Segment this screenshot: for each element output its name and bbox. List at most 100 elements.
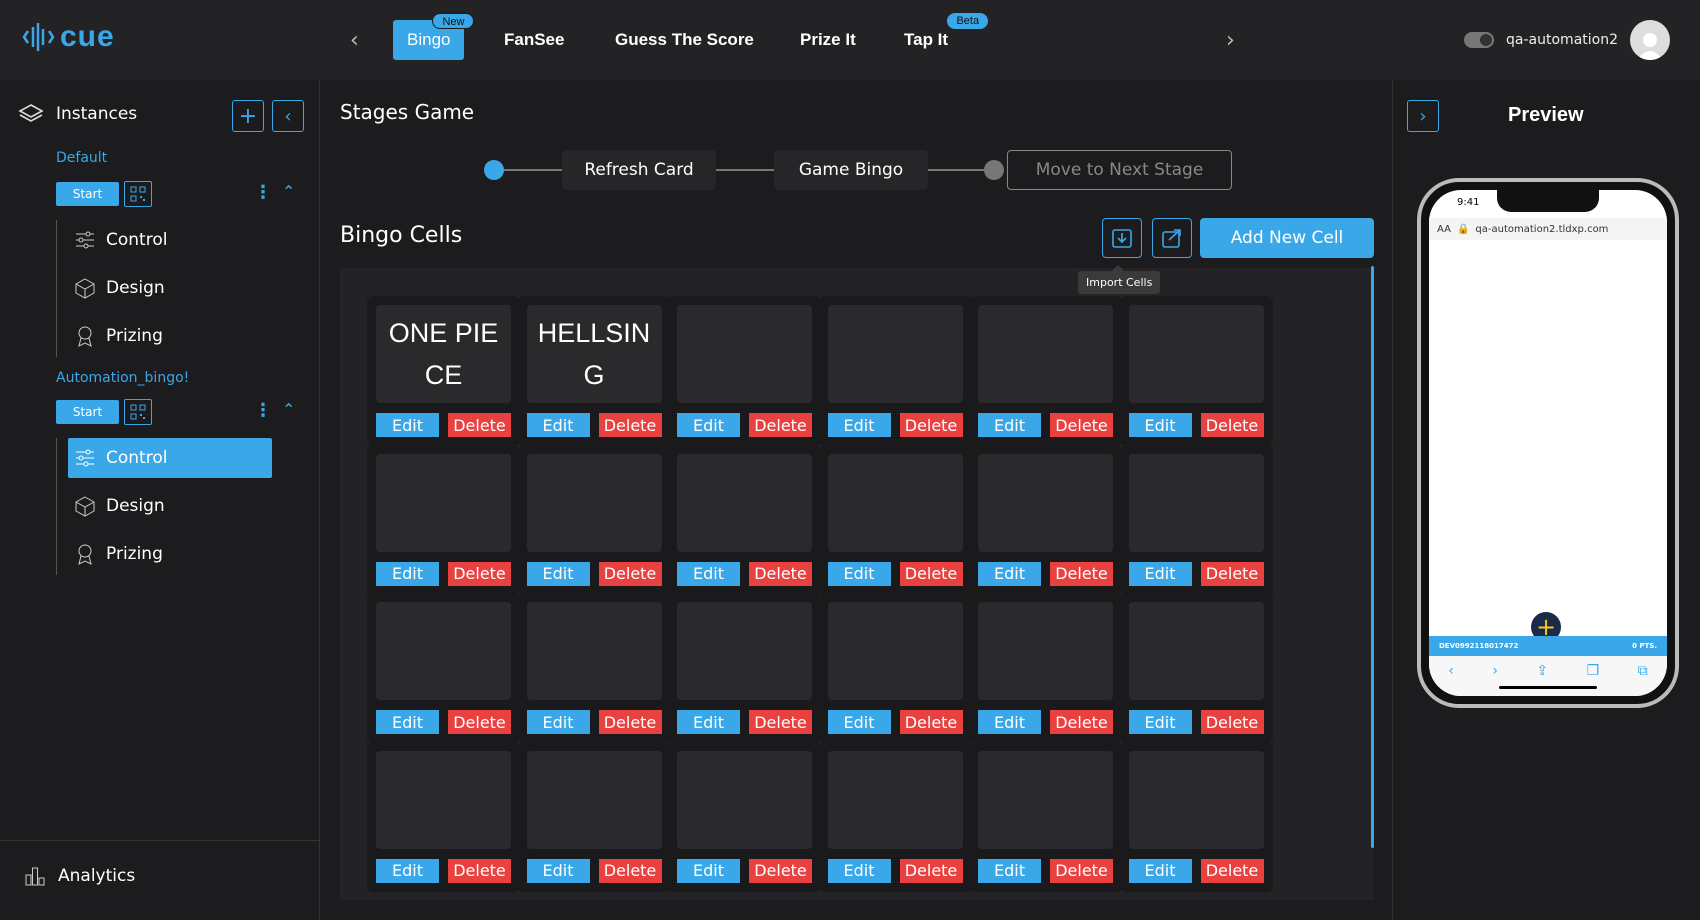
import-cells-button[interactable]	[1102, 218, 1142, 258]
edit-cell-button[interactable]: Edit	[526, 858, 590, 883]
tab-prize-it[interactable]: Prize It	[786, 20, 870, 60]
add-new-cell-button[interactable]: Add New Cell	[1200, 218, 1374, 258]
edit-cell-button[interactable]: Edit	[376, 710, 439, 734]
tree-line	[56, 438, 57, 575]
menu-design[interactable]: Design	[68, 268, 272, 308]
tab-guess-label: Guess The Score	[615, 30, 754, 49]
delete-cell-button[interactable]: Delete	[448, 710, 511, 734]
bingo-cell: Edit Delete	[668, 444, 821, 595]
collapse-sidebar-button[interactable]: ‹	[272, 100, 304, 132]
edit-cell-button[interactable]: Edit	[376, 858, 439, 883]
edit-cell-button[interactable]: Edit	[526, 710, 590, 734]
edit-cell-button[interactable]: Edit	[526, 561, 590, 586]
delete-cell-button[interactable]: Delete	[598, 858, 662, 883]
delete-cell-button[interactable]: Delete	[749, 561, 812, 586]
instance-name-default[interactable]: Default	[56, 150, 107, 166]
delete-cell-button[interactable]: Delete	[749, 413, 812, 437]
chevron-left-icon[interactable]: ‹	[350, 28, 359, 53]
menu-prizing[interactable]: Prizing	[68, 534, 272, 574]
chevron-left-icon: ‹	[284, 105, 292, 127]
add-instance-button[interactable]: +	[232, 100, 264, 132]
delete-cell-button[interactable]: Delete	[1200, 413, 1264, 437]
stage-connector	[716, 169, 774, 171]
tab-bingo-label: Bingo	[407, 30, 451, 49]
delete-cell-button[interactable]: Delete	[749, 710, 812, 734]
edit-cell-button[interactable]: Edit	[1128, 710, 1192, 734]
menu-prizing[interactable]: Prizing	[68, 316, 272, 356]
edit-cell-button[interactable]: Edit	[827, 561, 891, 586]
delete-cell-button[interactable]: Delete	[899, 413, 963, 437]
instance-name-automation-bingo[interactable]: Automation_bingo!	[56, 370, 189, 386]
stage-refresh-card[interactable]: Refresh Card	[562, 150, 716, 190]
edit-cell-button[interactable]: Edit	[677, 561, 740, 586]
delete-cell-button[interactable]: Delete	[1200, 710, 1264, 734]
delete-cell-button[interactable]: Delete	[448, 561, 511, 586]
edit-cell-button[interactable]: Edit	[1128, 561, 1192, 586]
edit-cell-button[interactable]: Edit	[1128, 858, 1192, 883]
chevron-up-icon[interactable]: ⌃	[282, 182, 295, 201]
menu-control-label: Control	[106, 230, 168, 250]
delete-cell-button[interactable]: Delete	[448, 858, 511, 883]
edit-cell-button[interactable]: Edit	[978, 858, 1041, 883]
tab-fansee[interactable]: FanSee	[490, 20, 578, 60]
analytics-link[interactable]: Analytics	[24, 865, 135, 887]
edit-cell-button[interactable]: Edit	[978, 710, 1041, 734]
bingo-cell-content	[978, 305, 1113, 403]
delete-cell-button[interactable]: Delete	[899, 561, 963, 586]
bingo-cell: Edit Delete	[969, 296, 1122, 446]
edit-cell-button[interactable]: Edit	[376, 561, 439, 586]
edit-cell-button[interactable]: Edit	[677, 858, 740, 883]
chevron-right-icon[interactable]: ›	[1226, 28, 1235, 53]
delete-cell-button[interactable]: Delete	[598, 561, 662, 586]
edit-cell-button[interactable]: Edit	[827, 710, 891, 734]
edit-cell-button[interactable]: Edit	[978, 561, 1041, 586]
delete-cell-button[interactable]: Delete	[448, 413, 511, 437]
delete-cell-button[interactable]: Delete	[598, 710, 662, 734]
delete-cell-button[interactable]: Delete	[899, 710, 963, 734]
logo-text: cue	[60, 20, 115, 53]
edit-cell-button[interactable]: Edit	[1128, 413, 1192, 437]
tab-guess-the-score[interactable]: Guess The Score	[601, 20, 768, 60]
delete-cell-button[interactable]: Delete	[1050, 413, 1113, 437]
tab-tap-it[interactable]: Tap It Beta	[890, 13, 989, 60]
tabs-icon: ⧉	[1637, 663, 1648, 679]
edit-cell-button[interactable]: Edit	[978, 413, 1041, 437]
menu-control[interactable]: Control	[68, 438, 272, 478]
theme-toggle[interactable]	[1464, 32, 1495, 48]
delete-cell-button[interactable]: Delete	[899, 858, 963, 883]
delete-cell-button[interactable]: Delete	[1050, 561, 1113, 586]
start-button[interactable]: Start	[56, 400, 119, 424]
tab-tap-label: Tap It	[904, 30, 949, 49]
scrollbar[interactable]	[1371, 266, 1374, 848]
collapse-preview-button[interactable]: ›	[1407, 100, 1439, 132]
edit-cell-button[interactable]: Edit	[526, 413, 590, 437]
menu-control[interactable]: Control	[68, 220, 272, 260]
cue-logo[interactable]: cue	[22, 20, 115, 54]
bingo-cell-content	[677, 750, 812, 849]
menu-design[interactable]: Design	[68, 486, 272, 526]
export-cells-button[interactable]	[1152, 218, 1192, 258]
chevron-up-icon[interactable]: ⌃	[282, 400, 295, 419]
back-icon: ‹	[1448, 663, 1454, 679]
qr-code-button[interactable]	[124, 181, 152, 207]
move-to-next-stage-button[interactable]: Move to Next Stage	[1007, 150, 1232, 190]
edit-cell-button[interactable]: Edit	[827, 413, 891, 437]
import-cells-tooltip: Import Cells	[1078, 265, 1161, 294]
delete-cell-button[interactable]: Delete	[1050, 710, 1113, 734]
tab-bingo[interactable]: Bingo New	[393, 13, 475, 60]
edit-cell-button[interactable]: Edit	[677, 710, 740, 734]
edit-cell-button[interactable]: Edit	[376, 413, 439, 437]
delete-cell-button[interactable]: Delete	[1050, 858, 1113, 883]
start-button[interactable]: Start	[56, 182, 119, 206]
delete-cell-button[interactable]: Delete	[1200, 561, 1264, 586]
qr-code-button[interactable]	[124, 399, 152, 425]
kebab-menu-icon[interactable]: ⋮	[254, 182, 272, 203]
avatar[interactable]	[1630, 20, 1670, 60]
kebab-menu-icon[interactable]: ⋮	[254, 400, 272, 421]
delete-cell-button[interactable]: Delete	[598, 413, 662, 437]
delete-cell-button[interactable]: Delete	[1200, 858, 1264, 883]
edit-cell-button[interactable]: Edit	[677, 413, 740, 437]
delete-cell-button[interactable]: Delete	[749, 858, 812, 883]
edit-cell-button[interactable]: Edit	[827, 858, 891, 883]
stage-game-bingo[interactable]: Game Bingo	[774, 150, 928, 190]
